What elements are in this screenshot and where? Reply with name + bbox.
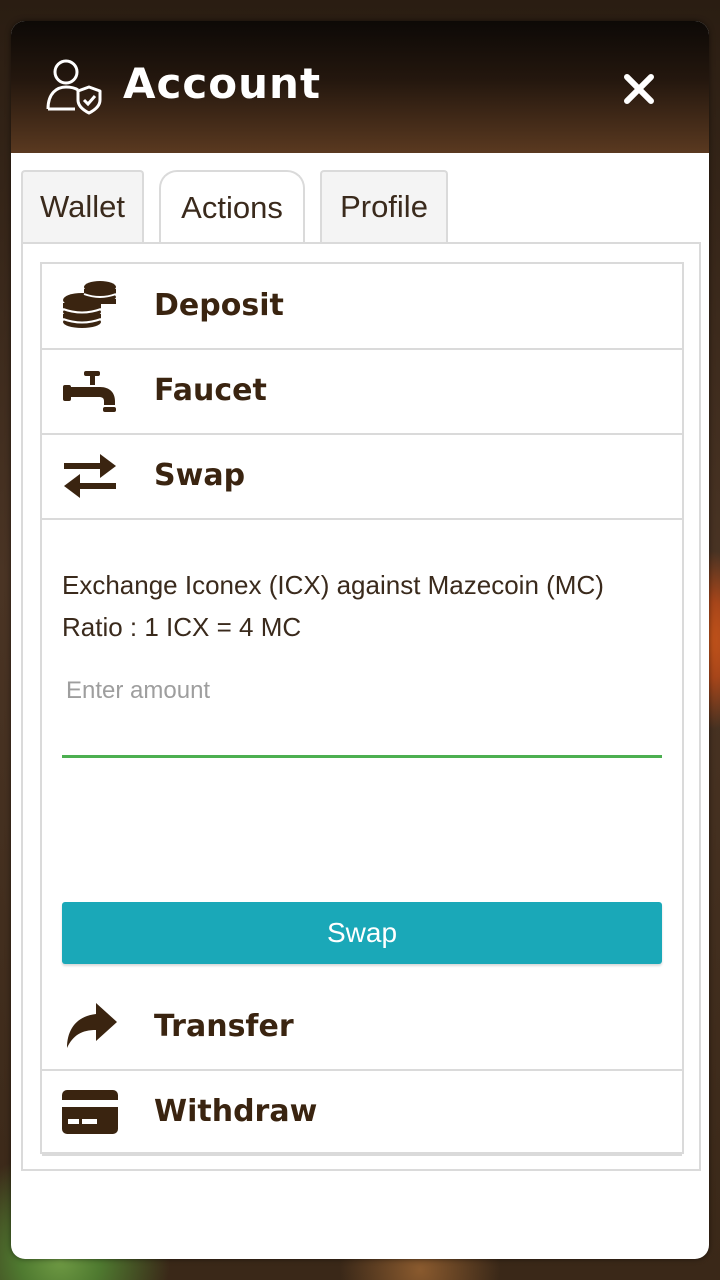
modal-title: Account — [123, 59, 322, 108]
user-shield-icon — [46, 59, 102, 115]
modal-header: Account — [11, 21, 709, 153]
credit-card-icon — [62, 1090, 118, 1134]
faucet-item[interactable]: Faucet — [42, 349, 682, 435]
deposit-item[interactable]: Deposit — [42, 264, 682, 350]
swap-description-block: Exchange Iconex (ICX) against Mazecoin (… — [62, 564, 604, 648]
swap-button[interactable]: Swap — [62, 902, 662, 964]
tab-actions[interactable]: Actions — [159, 170, 305, 244]
share-arrow-icon — [67, 1003, 117, 1048]
exchange-arrows-icon — [64, 454, 116, 498]
close-icon[interactable] — [621, 71, 657, 107]
withdraw-label: Withdraw — [154, 1094, 318, 1129]
amount-input[interactable] — [62, 672, 662, 758]
withdraw-item[interactable]: Withdraw — [42, 1070, 682, 1156]
swap-ratio: Ratio : 1 ICX = 4 MC — [62, 612, 302, 642]
tab-bar: Wallet Actions Profile — [21, 170, 701, 244]
faucet-label: Faucet — [154, 373, 267, 408]
swap-item[interactable]: Swap — [42, 434, 682, 520]
tab-wallet[interactable]: Wallet — [21, 170, 144, 242]
tab-profile[interactable]: Profile — [320, 170, 448, 242]
coins-icon — [62, 281, 117, 328]
transfer-item[interactable]: Transfer — [42, 985, 682, 1071]
faucet-icon — [63, 371, 116, 412]
swap-description: Exchange Iconex (ICX) against Mazecoin (… — [62, 570, 604, 600]
account-modal: Account Wallet Actions Profile Deposit F… — [11, 21, 709, 1259]
deposit-label: Deposit — [154, 288, 284, 323]
transfer-label: Transfer — [154, 1009, 294, 1044]
swap-label: Swap — [154, 458, 246, 493]
actions-list: Deposit Faucet Swap Exchange Iconex (ICX… — [40, 262, 684, 1156]
actions-panel: Deposit Faucet Swap Exchange Iconex (ICX… — [21, 242, 701, 1171]
swap-form: Exchange Iconex (ICX) against Mazecoin (… — [42, 520, 682, 970]
